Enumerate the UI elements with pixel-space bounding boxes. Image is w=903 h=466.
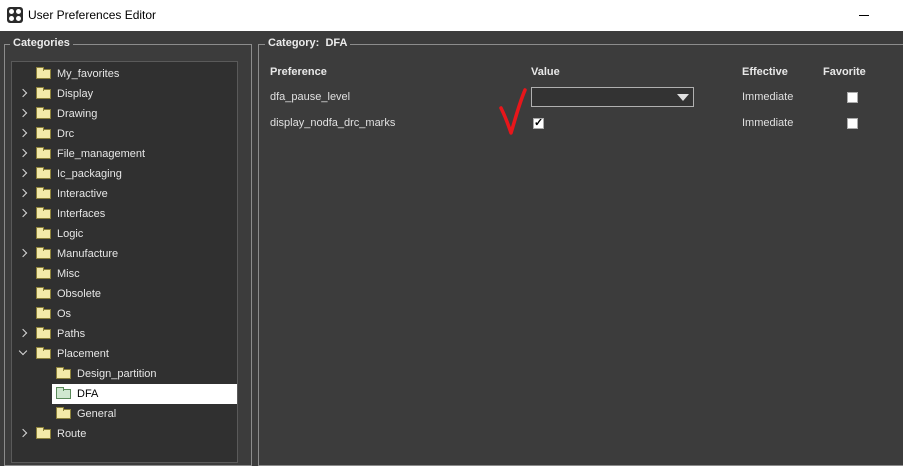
tree-item-route[interactable]: Route (12, 424, 237, 444)
chevron-right-icon[interactable] (18, 248, 28, 258)
tree-item-label: Drc (57, 128, 75, 140)
tree-item-design-partition[interactable]: Design_partition (52, 364, 237, 384)
category-detail-title: Category: DFA (265, 37, 351, 49)
effective-column-header: Effective (742, 66, 788, 78)
tree-item-logic[interactable]: Logic (12, 224, 237, 244)
tree-item-label: Interactive (57, 188, 108, 200)
chevron-down-icon (677, 94, 689, 101)
folder-icon (36, 427, 51, 439)
chevron-right-icon[interactable] (18, 148, 28, 158)
effective-value: Immediate (742, 91, 794, 103)
favorite-column-header: Favorite (823, 66, 866, 78)
tree-item-interfaces[interactable]: Interfaces (12, 204, 237, 224)
tree-item-misc[interactable]: Misc (12, 264, 237, 284)
tree-item-label: Os (57, 308, 72, 320)
favorite-checkbox[interactable] (847, 118, 858, 129)
folder-icon (56, 367, 71, 379)
folder-icon (36, 107, 51, 119)
category-tree[interactable]: My_favorites Display Drawing Drc File_manage… (11, 61, 238, 463)
chevron-down-icon[interactable] (18, 346, 28, 356)
tree-item-general[interactable]: General (52, 404, 237, 424)
chevron-right-icon[interactable] (18, 428, 28, 438)
preference-name: display_nodfa_drc_marks (270, 117, 396, 129)
chevron-right-icon[interactable] (18, 328, 28, 338)
folder-icon (36, 207, 51, 219)
tree-item-label: Drawing (57, 108, 98, 120)
tree-item-dfa[interactable]: DFA (52, 384, 237, 404)
display-nodfa-drc-marks-checkbox[interactable]: ✓ (533, 118, 544, 129)
minimize-button[interactable] (852, 6, 878, 24)
tree-item-label: Paths (57, 328, 86, 340)
tree-item-drc[interactable]: Drc (12, 124, 237, 144)
folder-icon (36, 147, 51, 159)
tree-item-label: DFA (77, 388, 99, 400)
categories-title: Categories (10, 37, 73, 49)
tree-item-placement[interactable]: Placement (12, 344, 237, 364)
folder-icon (56, 407, 71, 419)
tree-item-manufacture[interactable]: Manufacture (12, 244, 237, 264)
folder-icon (56, 387, 71, 399)
tree-item-label: File_management (57, 148, 146, 160)
chevron-right-icon[interactable] (18, 88, 28, 98)
tree-item-my-favorites[interactable]: My_favorites (12, 64, 237, 84)
chevron-right-icon[interactable] (18, 128, 28, 138)
tree-item-obsolete[interactable]: Obsolete (12, 284, 237, 304)
folder-icon (36, 307, 51, 319)
tree-item-label: Manufacture (57, 248, 119, 260)
tree-item-label: Obsolete (57, 288, 102, 300)
tree-item-label: Ic_packaging (57, 168, 122, 180)
tree-item-drawing[interactable]: Drawing (12, 104, 237, 124)
tree-item-interactive[interactable]: Interactive (12, 184, 237, 204)
tree-item-label: Placement (57, 348, 109, 360)
tree-item-paths[interactable]: Paths (12, 324, 237, 344)
folder-icon (36, 347, 51, 359)
dfa-pause-level-dropdown[interactable] (531, 87, 694, 107)
folder-icon (36, 187, 51, 199)
tree-item-display[interactable]: Display (12, 84, 237, 104)
favorite-checkbox[interactable] (847, 92, 858, 103)
tree-item-label: Route (57, 428, 87, 440)
folder-icon (36, 267, 51, 279)
preference-column-header: Preference (270, 66, 327, 78)
value-column-header: Value (531, 66, 560, 78)
folder-icon (36, 227, 51, 239)
category-detail-group (258, 44, 903, 466)
tree-item-file-management[interactable]: File_management (12, 144, 237, 164)
red-checkmark-annotation (499, 88, 527, 135)
title-bar: User Preferences Editor (0, 0, 903, 31)
app-icon (7, 7, 23, 23)
tree-item-label: Logic (57, 228, 84, 240)
tree-item-ic-packaging[interactable]: Ic_packaging (12, 164, 237, 184)
window-title: User Preferences Editor (28, 8, 157, 22)
folder-icon (36, 127, 51, 139)
tree-item-label: Interfaces (57, 208, 106, 220)
effective-value: Immediate (742, 117, 794, 129)
chevron-right-icon[interactable] (18, 208, 28, 218)
folder-icon (36, 67, 51, 79)
folder-icon (36, 287, 51, 299)
tree-item-label: General (77, 408, 117, 420)
tree-item-label: Display (57, 88, 94, 100)
tree-item-label: My_favorites (57, 68, 120, 80)
chevron-right-icon[interactable] (18, 168, 28, 178)
tree-item-label: Misc (57, 268, 80, 280)
folder-icon (36, 247, 51, 259)
folder-icon (36, 327, 51, 339)
folder-icon (36, 87, 51, 99)
chevron-right-icon[interactable] (18, 108, 28, 118)
folder-icon (36, 167, 51, 179)
preference-name: dfa_pause_level (270, 91, 351, 103)
tree-item-label: Design_partition (77, 368, 157, 380)
tree-item-os[interactable]: Os (12, 304, 237, 324)
chevron-right-icon[interactable] (18, 188, 28, 198)
